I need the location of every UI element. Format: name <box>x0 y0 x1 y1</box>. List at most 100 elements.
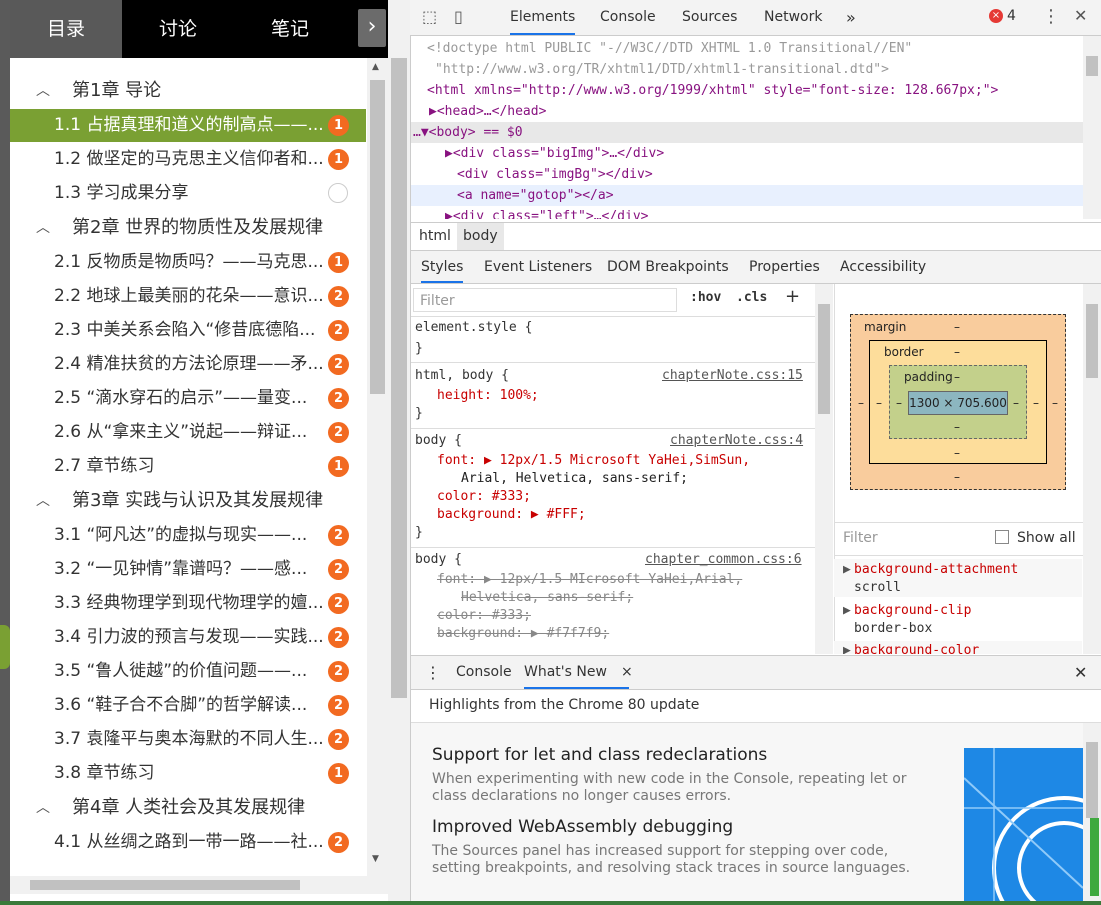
margin-right-value[interactable]: – <box>1052 396 1058 410</box>
hover-state-button[interactable]: :hov <box>690 290 721 305</box>
toc-chapter[interactable]: ︿ 第2章 世界的物质性及发展规律 <box>10 211 366 245</box>
drawer-tab-console[interactable]: Console <box>456 656 512 689</box>
border-bottom-value[interactable]: – <box>954 446 960 460</box>
dom-scrollbar-thumb[interactable] <box>1086 56 1098 76</box>
dom-line-doctype[interactable]: <!doctype html PUBLIC "-//W3C//DTD XHTML… <box>427 41 912 56</box>
styles-scrollbar-thumb[interactable] <box>818 304 830 414</box>
breadcrumb-html[interactable]: html <box>413 223 457 250</box>
border-left-value[interactable]: – <box>876 396 882 410</box>
computed-scrollbar-thumb[interactable] <box>1086 304 1098 378</box>
padding-bottom-value[interactable]: – <box>954 420 960 434</box>
computed-prop-name[interactable]: background-attachment <box>854 561 1018 579</box>
style-property-overridden[interactable]: font: ▶ 12px/1.5 MIcrosoft YaHei,Arial, <box>437 571 742 589</box>
toc-item[interactable]: 1.3 学习成果分享 <box>10 177 366 210</box>
rule-selector[interactable]: body { <box>415 432 462 450</box>
padding-left-value[interactable]: – <box>896 396 902 410</box>
box-model-content-size[interactable]: 1300 × 705.600 <box>908 391 1008 415</box>
toc-item[interactable]: 3.8 章节练习 1 <box>10 757 366 790</box>
rule-selector[interactable]: element.style { <box>415 319 532 337</box>
tab-close-icon[interactable]: × <box>621 656 633 689</box>
whats-new-title[interactable]: Improved WebAssembly debugging <box>432 817 733 837</box>
dom-line-head[interactable]: ▶<head>…</head> <box>429 104 546 119</box>
error-count[interactable]: 4 <box>1007 8 1016 24</box>
toc-item[interactable]: 3.3 经典物理学到现代物理学的嬗... 2 <box>10 587 366 620</box>
toc-chapter[interactable]: ︿ 第1章 导论 <box>10 74 366 108</box>
toc-item-active[interactable]: 1.1 占据真理和道义的制高点——... 1 <box>10 109 366 142</box>
tab-accessibility[interactable]: Accessibility <box>840 251 926 283</box>
toc-item[interactable]: 2.4 精准扶贫的方法论原理——矛... 2 <box>10 348 366 381</box>
toc-item[interactable]: 3.4 引力波的预言与发现——实践... 2 <box>10 621 366 654</box>
page-scrollbar-thumb[interactable] <box>391 58 407 698</box>
rule-selector[interactable]: html, body { <box>415 367 509 385</box>
tab-event-listeners[interactable]: Event Listeners <box>484 251 592 283</box>
toc-chapter[interactable]: ︿ 第3章 实践与认识及其发展规律 <box>10 484 366 518</box>
tab-notes[interactable]: 笔记 <box>234 0 346 58</box>
drawer-menu-icon[interactable]: ⋮ <box>425 656 441 689</box>
expand-arrow-icon[interactable]: ▶ <box>843 602 851 620</box>
dom-line-body-selected[interactable]: …▼<body> == $0 <box>413 125 523 140</box>
style-property-overridden[interactable]: color: #333; <box>437 607 531 625</box>
whats-new-title[interactable]: Support for let and class redeclarations <box>432 745 767 765</box>
rule-source-link[interactable]: chapterNote.css:15 <box>662 367 803 385</box>
drawer-tab-whats-new[interactable]: What's New <box>524 656 629 689</box>
drawer-close-icon[interactable]: ✕ <box>1074 656 1087 689</box>
tab-discussion[interactable]: 讨论 <box>122 0 234 58</box>
horizontal-scrollbar-thumb[interactable] <box>30 880 300 890</box>
computed-filter-input[interactable]: Filter <box>843 530 878 546</box>
error-icon[interactable]: × <box>989 9 1003 23</box>
computed-prop-name[interactable]: background-clip <box>854 602 971 620</box>
padding-top-value[interactable]: – <box>954 370 960 384</box>
rule-selector[interactable]: body { <box>415 551 462 569</box>
tab-styles[interactable]: Styles <box>421 251 464 283</box>
border-right-value[interactable]: – <box>1033 396 1039 410</box>
toc-item[interactable]: 3.7 袁隆平与奥本海默的不同人生... 2 <box>10 723 366 756</box>
more-tabs-icon[interactable]: » <box>846 0 856 35</box>
computed-prop-name[interactable]: background-color <box>854 642 979 654</box>
style-property-color[interactable]: color: #333; <box>437 488 531 506</box>
side-handle[interactable] <box>0 625 10 669</box>
toc-item[interactable]: 3.6 “鞋子合不合脚”的哲学解读... 2 <box>10 689 366 722</box>
dom-line-div-imgbg[interactable]: <div class="imgBg"></div> <box>457 167 653 182</box>
style-property-font[interactable]: font: ▶ 12px/1.5 Microsoft YaHei,SimSun, <box>437 452 750 470</box>
whats-new-scrollbar-thumb[interactable] <box>1086 742 1098 818</box>
scroll-down-arrow-icon[interactable]: ▼ <box>372 854 379 864</box>
dom-line-html[interactable]: <html xmlns="http://www.w3.org/1999/xhtm… <box>427 83 998 98</box>
toc-item[interactable]: 2.1 反物质是物质吗？——马克思... 1 <box>10 246 366 279</box>
dom-line-a-gotop[interactable]: <a name="gotop"></a> <box>457 188 614 203</box>
styles-filter-input[interactable]: Filter <box>413 288 677 312</box>
toc-scrollbar-thumb[interactable] <box>370 80 385 394</box>
tab-sources[interactable]: Sources <box>682 0 737 35</box>
toc-item[interactable]: 1.2 做坚定的马克思主义信仰者和... 1 <box>10 143 366 176</box>
dom-line-div-bigimg[interactable]: ▶<div class="bigImg">…</div> <box>445 146 664 161</box>
tab-properties[interactable]: Properties <box>749 251 820 283</box>
tab-dom-breakpoints[interactable]: DOM Breakpoints <box>607 251 729 283</box>
style-property[interactable]: height: 100%; <box>437 387 539 405</box>
toc-item[interactable]: 2.5 “滴水穿石的启示”——量变... 2 <box>10 382 366 415</box>
close-icon[interactable]: ✕ <box>1074 6 1087 25</box>
style-property-background[interactable]: background: ▶ #FFF; <box>437 506 586 524</box>
breadcrumb-body[interactable]: body <box>457 223 504 250</box>
toc-item[interactable]: 4.1 从丝绸之路到一带一路——社... 2 <box>10 826 366 859</box>
style-property-overridden[interactable]: background: ▶ #f7f7f9; <box>437 625 609 643</box>
toc-item[interactable]: 3.5 “鲁人徙越”的价值问题——... 2 <box>10 655 366 688</box>
show-all-checkbox[interactable] <box>995 530 1009 544</box>
dom-line-div-left[interactable]: ▶<div class="left">…</div> <box>445 209 649 219</box>
toc-item[interactable]: 2.2 地球上最美丽的花朵——意识... 2 <box>10 280 366 313</box>
chevron-up-icon[interactable]: ︿ <box>36 211 50 245</box>
margin-bottom-value[interactable]: – <box>954 470 960 484</box>
margin-left-value[interactable]: – <box>858 396 864 410</box>
device-toolbar-icon[interactable]: ▯ <box>454 7 463 26</box>
toc-item[interactable]: 3.1 “阿凡达”的虚拟与现实——... 2 <box>10 519 366 552</box>
tab-console[interactable]: Console <box>600 0 656 35</box>
chevron-up-icon[interactable]: ︿ <box>36 74 50 108</box>
expand-arrow-icon[interactable]: ▶ <box>843 642 851 654</box>
dom-line-doctype-url[interactable]: "http://www.w3.org/TR/xhtml1/DTD/xhtml1-… <box>435 62 889 77</box>
chevron-up-icon[interactable]: ︿ <box>36 791 50 825</box>
kebab-menu-icon[interactable]: ⋮ <box>1042 6 1060 27</box>
inspect-element-icon[interactable]: ⬚ <box>422 7 437 26</box>
toc-item[interactable]: 3.2 “一见钟情”靠谱吗？——感... 2 <box>10 553 366 586</box>
tab-catalog[interactable]: 目录 <box>10 0 122 58</box>
tab-elements[interactable]: Elements <box>510 0 576 35</box>
margin-top-value[interactable]: – <box>954 320 960 334</box>
padding-right-value[interactable]: – <box>1013 396 1019 410</box>
